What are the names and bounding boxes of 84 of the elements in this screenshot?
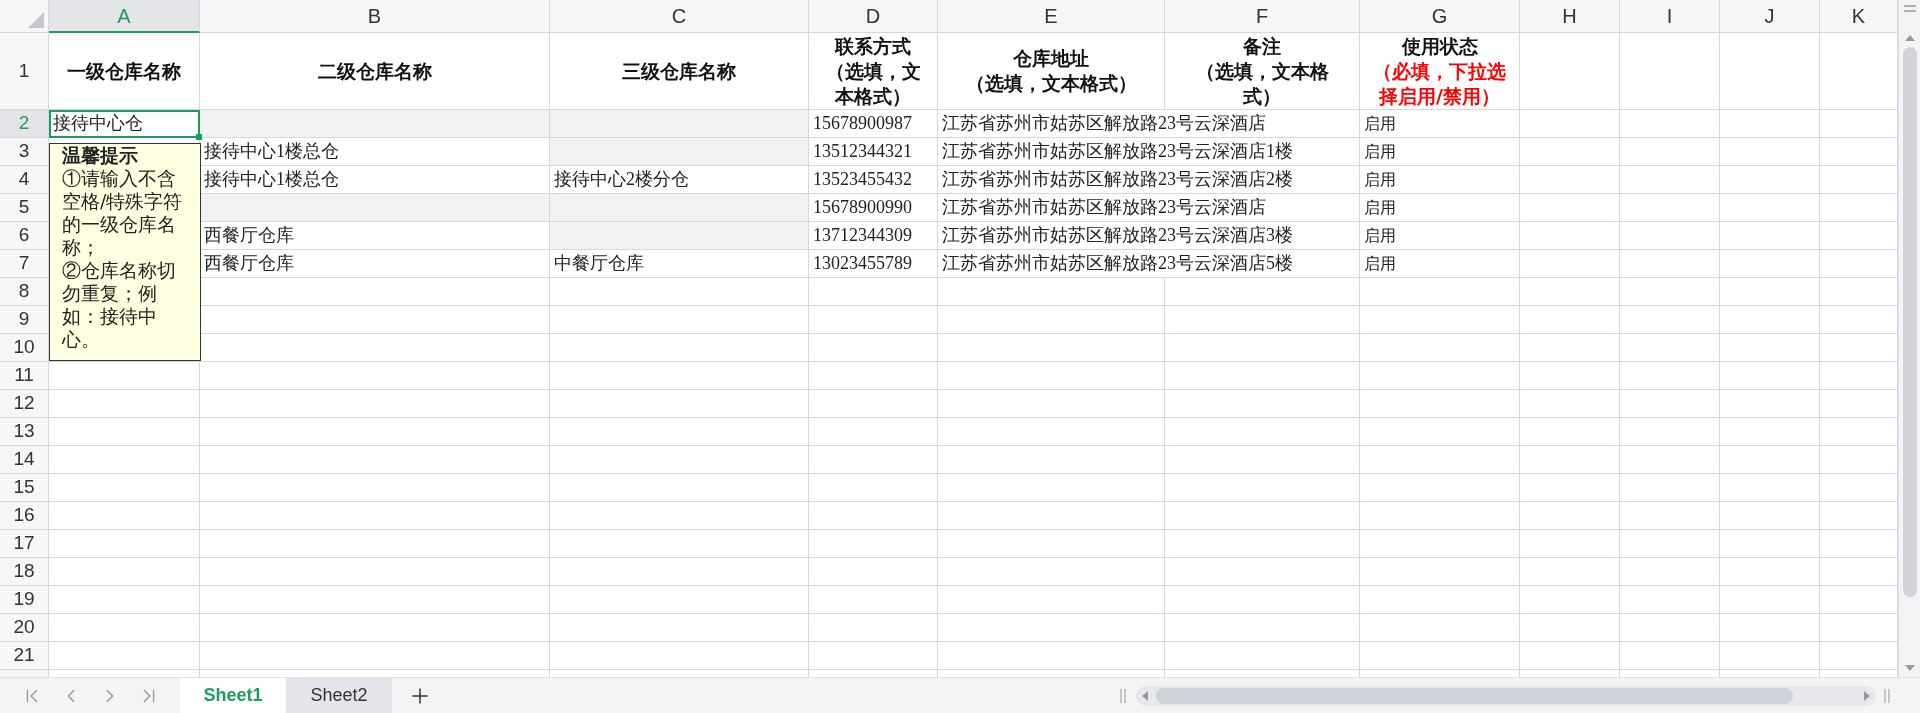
row-header[interactable]: 11 (0, 362, 49, 390)
scroll-thumb[interactable] (1156, 687, 1793, 704)
row-header[interactable]: 5 (0, 194, 49, 222)
cell-text: 启用 (1364, 113, 1396, 134)
scroll-up-icon[interactable] (1904, 35, 1915, 41)
row-header[interactable]: 10 (0, 334, 49, 362)
column-header[interactable]: G (1360, 0, 1520, 33)
sheet-tab[interactable]: Sheet2 (286, 677, 392, 713)
row-header[interactable]: 9 (0, 306, 49, 334)
column-header[interactable]: C (550, 0, 809, 33)
row-header[interactable]: 14 (0, 446, 49, 474)
splitter-icon[interactable] (1884, 688, 1890, 703)
column-header[interactable]: J (1720, 0, 1820, 33)
cell-text: 13712344309 (813, 224, 912, 247)
splitter-icon[interactable] (1120, 688, 1126, 703)
scroll-right-icon[interactable] (1864, 690, 1870, 701)
cell-text: 江苏省苏州市姑苏区解放路23号云深酒店3楼 (942, 224, 1293, 247)
column-header[interactable]: B (200, 0, 550, 33)
cell-text: 13512344321 (813, 140, 912, 163)
column-header[interactable]: K (1820, 0, 1898, 33)
cell-text: 江苏省苏州市姑苏区解放路23号云深酒店2楼 (942, 168, 1293, 191)
cell-text: 江苏省苏州市姑苏区解放路23号云深酒店 (942, 112, 1266, 135)
cell-text: 接待中心仓 (53, 112, 143, 135)
row-header[interactable]: 20 (0, 614, 49, 642)
select-all-corner[interactable] (0, 0, 49, 33)
row-header[interactable]: 7 (0, 250, 49, 278)
row-header[interactable]: 19 (0, 586, 49, 614)
column-header[interactable]: F (1165, 0, 1360, 33)
cell-text: 启用 (1364, 141, 1396, 162)
column-note: （选填，文本格式） (965, 71, 1137, 96)
column-note: （选填，文本格式） (1194, 58, 1330, 109)
fill-handle[interactable] (196, 134, 202, 140)
column-header[interactable]: E (938, 0, 1165, 33)
column-title: 仓库地址 (1013, 46, 1089, 71)
split-handle-icon[interactable] (1903, 5, 1916, 13)
cell-text: 接待中心2楼分仓 (554, 168, 689, 191)
cell-text: 15678900990 (813, 196, 912, 219)
column-header[interactable]: H (1520, 0, 1620, 33)
horizontal-scrollbar[interactable] (1136, 685, 1876, 706)
row-header[interactable]: 1 (0, 33, 49, 110)
cell-text: 西餐厅仓库 (204, 224, 294, 247)
scroll-down-icon[interactable] (1904, 665, 1915, 671)
row-header[interactable]: 3 (0, 138, 49, 166)
row-header[interactable]: 12 (0, 390, 49, 418)
cell-text: 江苏省苏州市姑苏区解放路23号云深酒店5楼 (942, 252, 1293, 275)
row-header[interactable]: 8 (0, 278, 49, 306)
comment-text: ①请输入不含空格/特殊字符的一级仓库名称； (62, 167, 184, 259)
cell-text: 接待中心1楼总仓 (204, 168, 339, 191)
cell-text: 启用 (1364, 225, 1396, 246)
vertical-scrollbar[interactable] (1898, 0, 1920, 677)
row-header[interactable]: 17 (0, 530, 49, 558)
column-title: 联系方式 (835, 33, 911, 59)
column-header[interactable]: I (1620, 0, 1720, 33)
row-header[interactable]: 6 (0, 222, 49, 250)
row-header[interactable]: 18 (0, 558, 49, 586)
column-title: 一级仓库名称 (67, 58, 181, 84)
column-note: （必填，下拉选择启用/禁用） (1372, 58, 1507, 109)
column-title: 备注 (1243, 33, 1281, 59)
cell-text: 中餐厅仓库 (554, 252, 644, 275)
scroll-left-icon[interactable] (1142, 690, 1148, 701)
cell-text: 启用 (1364, 169, 1396, 190)
column-title: 二级仓库名称 (317, 58, 432, 84)
row-header[interactable]: 21 (0, 642, 49, 670)
cell-text: 接待中心1楼总仓 (204, 140, 339, 163)
row-header[interactable]: 15 (0, 474, 49, 502)
cell-text: 13023455789 (813, 252, 912, 275)
cell-text: 江苏省苏州市姑苏区解放路23号云深酒店1楼 (942, 140, 1293, 163)
row-header[interactable]: 16 (0, 502, 49, 530)
column-header[interactable]: D (809, 0, 938, 33)
corner-triangle-icon (28, 12, 44, 28)
comment-text: ②仓库名称切勿重复；例如：接待中心。 (62, 259, 177, 351)
cell-text: 启用 (1364, 253, 1396, 274)
cell-text: 江苏省苏州市姑苏区解放路23号云深酒店 (942, 196, 1266, 219)
comment-title: 温馨提示 (62, 144, 139, 167)
column-title: 三级仓库名称 (622, 58, 736, 84)
row-header[interactable]: 13 (0, 418, 49, 446)
scroll-thumb[interactable] (1902, 47, 1917, 597)
column-title: 使用状态 (1401, 33, 1478, 59)
row-header[interactable]: 4 (0, 166, 49, 194)
cell-text: 西餐厅仓库 (204, 252, 294, 275)
cell-text: 15678900987 (813, 112, 912, 135)
cell-text: 启用 (1364, 197, 1396, 218)
column-note: （选填，文本格式） (824, 58, 922, 109)
cell-text: 13523455432 (813, 168, 912, 191)
